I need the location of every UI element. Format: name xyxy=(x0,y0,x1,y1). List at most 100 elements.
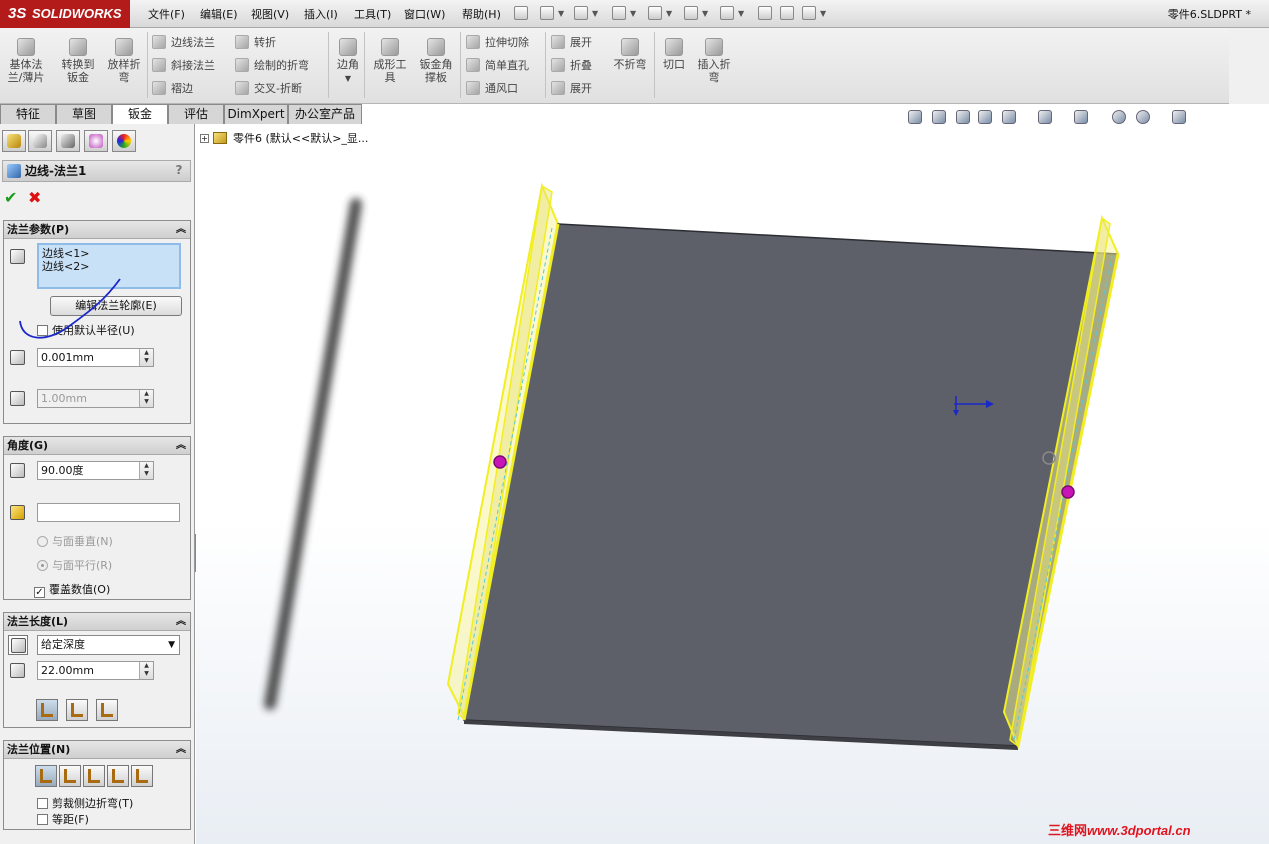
bend-radius-spinner[interactable]: ▲ ▼ xyxy=(139,349,153,366)
undo-dropdown-icon[interactable]: ▼ xyxy=(702,9,708,18)
flange-angle-input[interactable]: 90.00度 ▲ ▼ xyxy=(37,461,154,480)
trim-side-bends-box[interactable] xyxy=(37,798,48,809)
jog-button[interactable]: 转折 xyxy=(235,34,276,50)
flange-length-input[interactable]: 22.00mm ▲ ▼ xyxy=(37,661,154,680)
base-flange-button[interactable]: 基体法 兰/薄片 xyxy=(4,38,48,84)
hem-button[interactable]: 褶边 xyxy=(152,80,193,96)
flange-angle-spinner[interactable]: ▲ ▼ xyxy=(139,462,153,479)
rebuild-icon[interactable] xyxy=(758,6,772,20)
configuration-manager-tab[interactable] xyxy=(56,130,80,152)
reverse-direction-button[interactable] xyxy=(8,635,28,655)
offset-checkbox[interactable]: 等距(F) xyxy=(37,811,89,827)
tab-office-products[interactable]: 办公室产品 xyxy=(288,104,362,124)
solidworks-logo[interactable]: 3S SOLIDWORKS xyxy=(0,0,130,28)
edge-flange-button[interactable]: 边线法兰 xyxy=(152,34,215,50)
offset-box[interactable] xyxy=(37,814,48,825)
flange-position-header[interactable]: 法兰位置(N) ︽ xyxy=(4,741,190,759)
display-manager-tab[interactable] xyxy=(112,130,136,152)
trim-side-bends-checkbox[interactable]: 剪裁侧边折弯(T) xyxy=(37,795,133,811)
fold-button[interactable]: 折叠 xyxy=(551,57,592,73)
edit-appearance-icon[interactable] xyxy=(1112,110,1126,124)
pin-icon[interactable] xyxy=(514,6,528,20)
new-document-dropdown-icon[interactable]: ▼ xyxy=(558,9,564,18)
collapse-icon[interactable]: ︽ xyxy=(176,437,186,454)
override-value-checkbox[interactable]: ✓ 覆盖数值(O) xyxy=(34,581,110,598)
tab-sheet-metal[interactable]: 钣金 xyxy=(112,104,168,125)
flange-length-spinner[interactable]: ▲ ▼ xyxy=(139,662,153,679)
undo-icon[interactable] xyxy=(684,6,698,20)
options-icon[interactable] xyxy=(802,6,816,20)
flange-parameters-header[interactable]: 法兰参数(P) ︽ xyxy=(4,221,190,239)
right-flange-drag-handle[interactable] xyxy=(1061,485,1075,499)
parallel-to-face-radio[interactable]: 与面平行(R) xyxy=(37,557,112,573)
forming-tool-button[interactable]: 成形工 具 xyxy=(368,38,412,84)
simple-hole-button[interactable]: 简单直孔 xyxy=(466,57,529,73)
chevron-down-icon[interactable]: ▼ xyxy=(168,636,175,654)
left-flange-drag-handle[interactable] xyxy=(493,455,507,469)
perpendicular-to-face-radio[interactable]: 与面垂直(N) xyxy=(37,533,113,549)
miter-flange-button[interactable]: 斜接法兰 xyxy=(152,57,215,73)
options-dropdown-icon[interactable]: ▼ xyxy=(820,9,826,18)
end-condition-select[interactable]: 给定深度 ▼ xyxy=(37,635,180,655)
section-view-icon[interactable] xyxy=(978,110,992,124)
select-dropdown-icon[interactable]: ▼ xyxy=(738,9,744,18)
print-dropdown-icon[interactable]: ▼ xyxy=(666,9,672,18)
sketched-bend-button[interactable]: 绘制的折弯 xyxy=(235,57,309,73)
flatten-button[interactable]: 展开 xyxy=(551,80,592,96)
material-outside-button[interactable] xyxy=(59,765,81,787)
apply-scene-icon[interactable] xyxy=(1136,110,1150,124)
collapse-icon[interactable]: ︽ xyxy=(176,613,186,630)
gap-distance-spinner[interactable]: ▲ ▼ xyxy=(139,390,153,407)
view-orientation-icon[interactable] xyxy=(1002,110,1016,124)
material-inside-button[interactable] xyxy=(35,765,57,787)
menu-window[interactable]: 窗口(W) xyxy=(404,6,445,22)
extruded-cut-button[interactable]: 拉伸切除 xyxy=(466,34,529,50)
save-icon[interactable] xyxy=(612,6,626,20)
save-dropdown-icon[interactable]: ▼ xyxy=(630,9,636,18)
tab-evaluate[interactable]: 评估 xyxy=(168,104,224,124)
sheet-metal-gusset-button[interactable]: 钣金角 撑板 xyxy=(414,38,458,84)
gap-distance-input[interactable]: 1.00mm ▲ ▼ xyxy=(37,389,154,408)
lofted-bend-button[interactable]: 放样折 弯 xyxy=(102,38,146,84)
open-icon[interactable] xyxy=(574,6,588,20)
vent-button[interactable]: 通风口 xyxy=(466,80,518,96)
hide-show-items-icon[interactable] xyxy=(1074,110,1088,124)
cancel-button[interactable]: ✖ xyxy=(28,188,41,207)
previous-view-icon[interactable] xyxy=(956,110,970,124)
graphics-viewport[interactable]: + 零件6 (默认<<默认>_显... xyxy=(196,124,1269,844)
flange-length-header[interactable]: 法兰长度(L) ︽ xyxy=(4,613,190,631)
override-value-box[interactable]: ✓ xyxy=(34,587,45,598)
menu-help[interactable]: 帮助(H) xyxy=(462,6,501,22)
select-icon[interactable] xyxy=(720,6,734,20)
virtual-sharp-button[interactable] xyxy=(107,765,129,787)
view-settings-icon[interactable] xyxy=(1172,110,1186,124)
rip-button[interactable]: 切口 xyxy=(652,38,696,71)
property-manager-tab[interactable] xyxy=(28,130,52,152)
angle-header[interactable]: 角度(G) ︽ xyxy=(4,437,190,455)
menu-file[interactable]: 文件(F) xyxy=(148,6,185,22)
feature-manager-tab[interactable] xyxy=(2,130,26,152)
expand-icon[interactable]: + xyxy=(200,134,209,143)
collapse-icon[interactable]: ︽ xyxy=(176,741,186,758)
tangent-bend-button[interactable] xyxy=(96,699,118,721)
collapse-icon[interactable]: ︽ xyxy=(176,221,186,238)
display-style-icon[interactable] xyxy=(1038,110,1052,124)
cross-break-button[interactable]: 交叉-折断 xyxy=(235,80,302,96)
no-bends-button[interactable]: 不折弯 xyxy=(608,38,652,71)
tab-sketch[interactable]: 草图 xyxy=(56,104,112,124)
menu-insert[interactable]: 插入(I) xyxy=(304,6,338,22)
tab-dimxpert[interactable]: DimXpert xyxy=(224,104,288,124)
ok-button[interactable]: ✔ xyxy=(4,188,17,207)
corners-dropdown-icon[interactable]: ▼ xyxy=(345,74,351,83)
convert-to-sheet-metal-button[interactable]: 转换到 钣金 xyxy=(56,38,100,84)
open-dropdown-icon[interactable]: ▼ xyxy=(592,9,598,18)
print-icon[interactable] xyxy=(648,6,662,20)
dimxpert-manager-tab[interactable] xyxy=(84,130,108,152)
feature-tree-root[interactable]: + 零件6 (默认<<默认>_显... xyxy=(200,130,368,146)
unfold-button[interactable]: 展开 xyxy=(551,34,592,50)
zoom-to-fit-icon[interactable] xyxy=(908,110,922,124)
tangent-to-bend-button[interactable] xyxy=(131,765,153,787)
parallel-radio-dot[interactable] xyxy=(37,560,48,571)
zoom-to-area-icon[interactable] xyxy=(932,110,946,124)
inner-virtual-sharp-button[interactable] xyxy=(66,699,88,721)
